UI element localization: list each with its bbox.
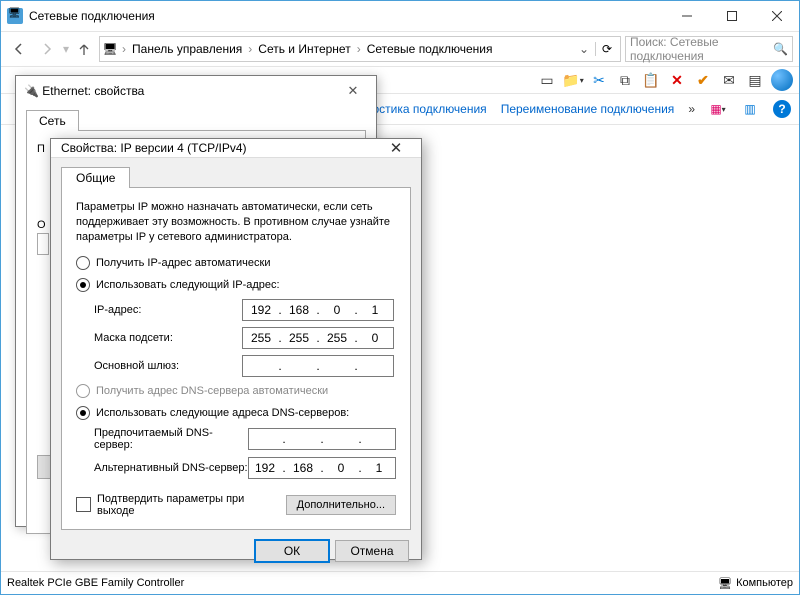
minimize-button[interactable] [664, 1, 709, 31]
dialog-title: Свойства: IP версии 4 (TCP/IPv4) [61, 141, 247, 155]
rename-link[interactable]: Переименование подключения [501, 102, 675, 116]
chevron-right-icon[interactable]: › [122, 42, 126, 56]
details-icon[interactable]: ▤ [745, 70, 765, 90]
info-text: Параметры IP можно назначать автоматичес… [76, 200, 396, 245]
ip-address-input[interactable]: 192. 168. 0. 1 [242, 299, 394, 321]
gateway-input[interactable]: . . . [242, 355, 394, 377]
view-button[interactable]: ▭ [537, 70, 557, 90]
up-button[interactable] [73, 38, 95, 60]
chevron-right-icon[interactable]: › [248, 42, 252, 56]
dropdown-icon[interactable]: ⌄ [573, 42, 595, 56]
copy-icon[interactable]: ⧉ [615, 70, 635, 90]
close-button[interactable] [754, 1, 799, 31]
history-dropdown-icon[interactable]: ▾ [63, 42, 69, 56]
close-button[interactable]: ✕ [338, 83, 368, 99]
validate-label: Подтвердить параметры при выходе [97, 493, 280, 517]
advanced-button[interactable]: Дополнительно... [286, 495, 396, 515]
maximize-button[interactable] [709, 1, 754, 31]
check-icon[interactable]: ✔ [693, 70, 713, 90]
subnet-mask-input[interactable]: 255. 255. 255. 0 [242, 327, 394, 349]
breadcrumb[interactable]: Сеть и Интернет [256, 42, 352, 56]
cancel-button[interactable]: Отмена [335, 540, 409, 562]
cut-icon[interactable]: ✂ [589, 70, 609, 90]
dialog-title: Ethernet: свойства [42, 84, 144, 98]
address-bar[interactable]: 🖥 › Панель управления › Сеть и Интернет … [99, 36, 621, 62]
status-bar: Realtek PCIe GBE Family Controller 🖥 Ком… [1, 571, 799, 594]
ethernet-icon: 🔌 [24, 84, 39, 98]
label-gateway: Основной шлюз: [94, 360, 242, 372]
window-title: Сетевые подключения [29, 9, 155, 23]
close-button[interactable]: ✕ [381, 139, 411, 157]
status-adapter: Realtek PCIe GBE Family Controller [7, 577, 184, 589]
breadcrumb[interactable]: Панель управления [130, 42, 244, 56]
tab-network[interactable]: Сеть [26, 110, 79, 131]
computer-icon: 🖥 [718, 577, 732, 590]
label-mask: Маска подсети: [94, 332, 242, 344]
preferred-dns-input[interactable]: . . . [248, 428, 396, 450]
delete-icon[interactable]: ✕ [667, 70, 687, 90]
validate-on-exit-checkbox[interactable] [76, 497, 91, 512]
label-dns1: Предпочитаемый DNS-сервер: [94, 427, 248, 451]
general-pane: Параметры IP можно назначать автоматичес… [61, 187, 411, 530]
dialog-titlebar: Свойства: IP версии 4 (TCP/IPv4) ✕ [51, 139, 421, 158]
globe-icon[interactable] [771, 69, 793, 91]
label-dns2: Альтернативный DNS-сервер: [94, 462, 248, 474]
search-icon[interactable]: 🔍 [773, 42, 788, 56]
radio-use-following-dns[interactable]: Использовать следующие адреса DNS-сервер… [76, 405, 396, 421]
layout-icon[interactable]: ▦▾ [709, 100, 727, 118]
titlebar: Сетевые подключения [1, 1, 799, 32]
radio-use-following-ip[interactable]: Использовать следующий IP-адрес: [76, 277, 396, 293]
tab-general[interactable]: Общие [61, 167, 130, 188]
dialog-titlebar: 🔌 Ethernet: свойства ✕ [16, 76, 376, 106]
more-commands[interactable]: » [688, 102, 695, 116]
install-button[interactable] [37, 455, 51, 479]
computer-icon: 🖥 [102, 42, 118, 56]
breadcrumb[interactable]: Сетевые подключения [365, 42, 495, 56]
nav-row: ▾ 🖥 › Панель управления › Сеть и Интерне… [1, 32, 799, 67]
radio-obtain-dns-auto: Получить адрес DNS-сервера автоматически [76, 383, 396, 399]
paste-icon[interactable]: 📋 [641, 70, 661, 90]
mail-icon[interactable]: ✉ [719, 70, 739, 90]
back-button[interactable] [7, 37, 31, 61]
preview-pane-icon[interactable]: ▥ [741, 100, 759, 118]
search-input[interactable]: Поиск: Сетевые подключения 🔍 [625, 36, 793, 62]
dialog-buttons: ОК Отмена [51, 530, 421, 572]
radio-obtain-ip-auto[interactable]: Получить IP-адрес автоматически [76, 255, 396, 271]
ip-group: IP-адрес: 192. 168. 0. 1 Маска подсети: … [76, 299, 396, 377]
chevron-right-icon[interactable]: › [357, 42, 361, 56]
search-placeholder: Поиск: Сетевые подключения [630, 35, 773, 63]
window-icon [7, 8, 23, 24]
components-listbox[interactable] [37, 233, 49, 255]
refresh-icon[interactable]: ⟳ [595, 42, 618, 56]
label-ip: IP-адрес: [94, 304, 242, 316]
ipv4-properties-dialog: Свойства: IP версии 4 (TCP/IPv4) ✕ Общие… [50, 138, 422, 560]
diagnostic-link[interactable]: остика подключения [373, 102, 487, 116]
alternate-dns-input[interactable]: 192. 168. 0. 1 [248, 457, 396, 479]
help-icon[interactable]: ? [773, 100, 791, 118]
status-category: Компьютер [736, 577, 793, 589]
dns-group: Предпочитаемый DNS-сервер: . . . Альтерн… [76, 427, 396, 479]
toolbar: ▭ 📁▾ ✂ ⧉ 📋 ✕ ✔ ✉ ▤ [537, 67, 793, 93]
folder-button[interactable]: 📁▾ [563, 70, 583, 90]
forward-button[interactable] [35, 37, 59, 61]
ok-button[interactable]: ОК [255, 540, 329, 562]
